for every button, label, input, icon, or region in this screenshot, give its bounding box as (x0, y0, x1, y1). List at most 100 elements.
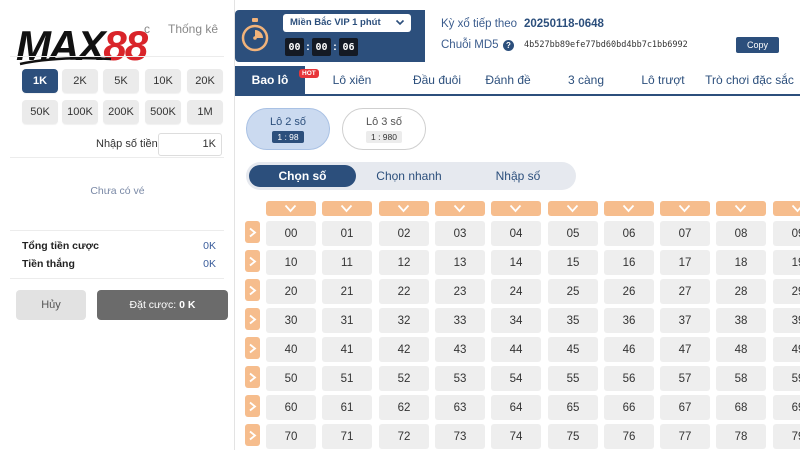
amount-chip[interactable]: 10K (145, 69, 181, 93)
row-toggle[interactable] (245, 395, 260, 417)
mode-option[interactable]: Chọn số (249, 165, 356, 187)
number-cell[interactable]: 58 (716, 366, 766, 391)
amount-chip[interactable]: 1M (187, 100, 223, 124)
place-bet-button[interactable]: Đặt cược: 0 K (97, 290, 228, 320)
sub-type-button[interactable]: Lô 3 số 1 : 980 (342, 108, 426, 150)
amount-chip[interactable]: 500K (145, 100, 181, 124)
row-toggle[interactable] (245, 337, 260, 359)
number-cell[interactable]: 69 (773, 395, 800, 420)
number-cell[interactable]: 60 (266, 395, 316, 420)
number-cell[interactable]: 14 (491, 250, 541, 275)
column-toggle[interactable] (716, 201, 766, 216)
number-cell[interactable]: 31 (322, 308, 372, 333)
number-cell[interactable]: 05 (548, 221, 598, 246)
number-cell[interactable]: 26 (604, 279, 654, 304)
row-toggle[interactable] (245, 308, 260, 330)
number-cell[interactable]: 34 (491, 308, 541, 333)
number-cell[interactable]: 40 (266, 337, 316, 362)
tab-6[interactable]: Trò chơi đặc sắc (699, 66, 800, 94)
number-cell[interactable]: 01 (322, 221, 372, 246)
column-toggle[interactable] (266, 201, 316, 216)
number-cell[interactable]: 47 (660, 337, 710, 362)
number-cell[interactable]: 52 (379, 366, 429, 391)
number-cell[interactable]: 35 (548, 308, 598, 333)
column-toggle[interactable] (379, 201, 429, 216)
number-cell[interactable]: 67 (660, 395, 710, 420)
number-cell[interactable]: 28 (716, 279, 766, 304)
number-cell[interactable]: 04 (491, 221, 541, 246)
number-cell[interactable]: 43 (435, 337, 485, 362)
number-cell[interactable]: 45 (548, 337, 598, 362)
amount-chip[interactable]: 200K (103, 100, 139, 124)
number-cell[interactable]: 03 (435, 221, 485, 246)
number-cell[interactable]: 53 (435, 366, 485, 391)
number-cell[interactable]: 27 (660, 279, 710, 304)
tab-3[interactable]: Đánh đề (471, 66, 545, 94)
number-cell[interactable]: 39 (773, 308, 800, 333)
number-cell[interactable]: 62 (379, 395, 429, 420)
number-cell[interactable]: 55 (548, 366, 598, 391)
number-cell[interactable]: 78 (716, 424, 766, 449)
number-cell[interactable]: 12 (379, 250, 429, 275)
amount-chip[interactable]: 100K (62, 100, 98, 124)
number-cell[interactable]: 75 (548, 424, 598, 449)
number-cell[interactable]: 25 (548, 279, 598, 304)
number-cell[interactable]: 64 (491, 395, 541, 420)
number-cell[interactable]: 20 (266, 279, 316, 304)
number-cell[interactable]: 17 (660, 250, 710, 275)
number-cell[interactable]: 33 (435, 308, 485, 333)
column-toggle[interactable] (604, 201, 654, 216)
number-cell[interactable]: 11 (322, 250, 372, 275)
number-cell[interactable]: 00 (266, 221, 316, 246)
amount-input[interactable]: 1K (158, 133, 222, 156)
number-cell[interactable]: 74 (491, 424, 541, 449)
number-cell[interactable]: 13 (435, 250, 485, 275)
number-cell[interactable]: 46 (604, 337, 654, 362)
number-cell[interactable]: 36 (604, 308, 654, 333)
number-cell[interactable]: 19 (773, 250, 800, 275)
number-cell[interactable]: 70 (266, 424, 316, 449)
number-cell[interactable]: 21 (322, 279, 372, 304)
amount-chip[interactable]: 5K (103, 69, 139, 93)
number-cell[interactable]: 56 (604, 366, 654, 391)
tab-0[interactable]: Bao lô (235, 66, 305, 94)
number-cell[interactable]: 29 (773, 279, 800, 304)
mode-option[interactable]: Chọn nhanh (361, 165, 457, 187)
question-circle-icon[interactable]: ? (503, 40, 514, 51)
number-cell[interactable]: 76 (604, 424, 654, 449)
number-cell[interactable]: 15 (548, 250, 598, 275)
number-cell[interactable]: 54 (491, 366, 541, 391)
number-cell[interactable]: 44 (491, 337, 541, 362)
row-toggle[interactable] (245, 221, 260, 243)
number-cell[interactable]: 71 (322, 424, 372, 449)
number-cell[interactable]: 10 (266, 250, 316, 275)
number-cell[interactable]: 06 (604, 221, 654, 246)
tab-1[interactable]: Lô xiên (313, 66, 391, 94)
number-cell[interactable]: 23 (435, 279, 485, 304)
number-cell[interactable]: 77 (660, 424, 710, 449)
column-toggle[interactable] (773, 201, 800, 216)
number-cell[interactable]: 51 (322, 366, 372, 391)
tab-4[interactable]: 3 càng (545, 66, 627, 94)
number-cell[interactable]: 38 (716, 308, 766, 333)
number-cell[interactable]: 08 (716, 221, 766, 246)
row-toggle[interactable] (245, 279, 260, 301)
cancel-button[interactable]: Hủy (16, 290, 86, 320)
number-cell[interactable]: 61 (322, 395, 372, 420)
column-toggle[interactable] (548, 201, 598, 216)
game-select[interactable]: Miền Bắc VIP 1 phút (283, 14, 411, 32)
number-cell[interactable]: 42 (379, 337, 429, 362)
number-cell[interactable]: 66 (604, 395, 654, 420)
mode-option[interactable]: Nhập số (464, 165, 572, 187)
number-cell[interactable]: 50 (266, 366, 316, 391)
number-cell[interactable]: 09 (773, 221, 800, 246)
number-cell[interactable]: 72 (379, 424, 429, 449)
number-cell[interactable]: 30 (266, 308, 316, 333)
number-cell[interactable]: 02 (379, 221, 429, 246)
number-cell[interactable]: 37 (660, 308, 710, 333)
number-cell[interactable]: 73 (435, 424, 485, 449)
number-cell[interactable]: 32 (379, 308, 429, 333)
amount-chip[interactable]: 50K (22, 100, 58, 124)
column-toggle[interactable] (491, 201, 541, 216)
number-cell[interactable]: 68 (716, 395, 766, 420)
